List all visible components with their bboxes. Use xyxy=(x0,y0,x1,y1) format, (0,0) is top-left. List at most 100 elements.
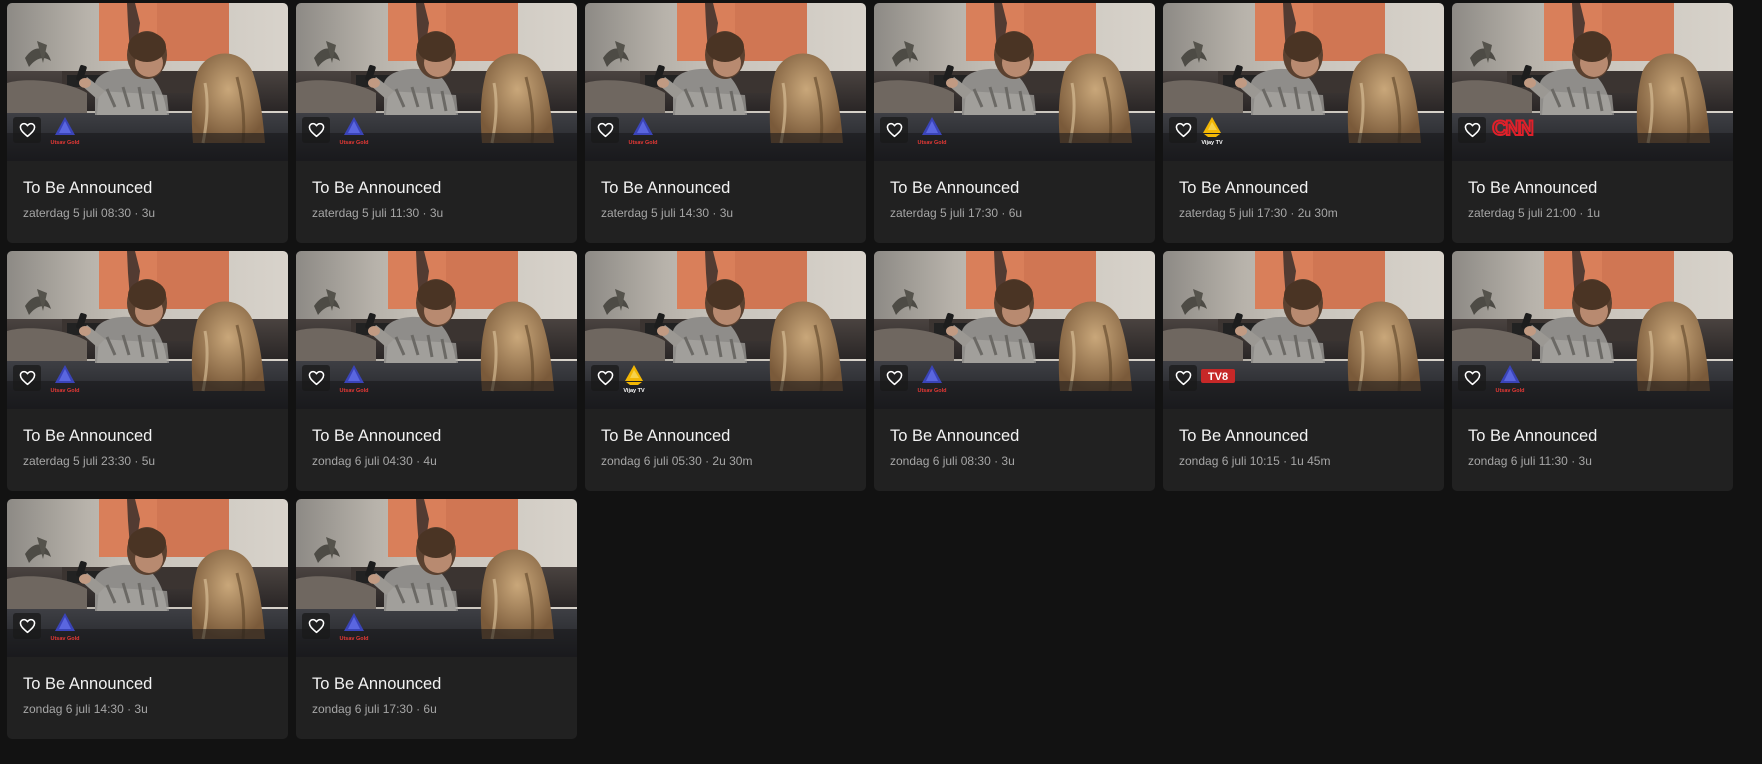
program-card-12[interactable]: Utsav Gold To Be Announced zondag 6 juli… xyxy=(1452,251,1733,491)
program-title: To Be Announced xyxy=(23,675,153,693)
vijay-tv-logo: Vijay TV xyxy=(1201,117,1223,146)
program-title: To Be Announced xyxy=(312,675,442,693)
program-thumbnail: Utsav Gold xyxy=(7,3,288,161)
utsav-gold-logo: Utsav Gold xyxy=(910,115,970,149)
program-title: To Be Announced xyxy=(312,179,442,197)
program-card-11[interactable]: TV8 To Be Announced zondag 6 juli 10:15 … xyxy=(1163,251,1444,491)
program-info: To Be Announced zondag 6 juli 11:30 · 3u xyxy=(1452,409,1733,469)
favorite-button[interactable] xyxy=(302,613,330,639)
heart-outline-icon xyxy=(886,122,902,138)
program-thumbnail: Utsav Gold xyxy=(7,499,288,657)
program-thumbnail: Utsav Gold xyxy=(1452,251,1733,409)
program-info: To Be Announced zondag 6 juli 17:30 · 6u xyxy=(296,657,577,717)
program-card-8[interactable]: Utsav Gold To Be Announced zondag 6 juli… xyxy=(296,251,577,491)
favorite-button[interactable] xyxy=(302,117,330,143)
favorite-button[interactable] xyxy=(13,365,41,391)
program-schedule: zondag 6 juli 08:30 · 3u xyxy=(890,454,1015,468)
program-schedule: zondag 6 juli 17:30 · 6u xyxy=(312,702,437,716)
tv8-logo: TV8 xyxy=(1201,369,1235,383)
program-info: To Be Announced zondag 6 juli 14:30 · 3u xyxy=(7,657,288,717)
favorite-button[interactable] xyxy=(880,117,908,143)
program-schedule: zondag 6 juli 04:30 · 4u xyxy=(312,454,437,468)
program-card-5[interactable]: Vijay TV To Be Announced zaterdag 5 juli… xyxy=(1163,3,1444,243)
program-card-3[interactable]: Utsav Gold To Be Announced zaterdag 5 ju… xyxy=(585,3,866,243)
heart-outline-icon xyxy=(886,370,902,386)
program-card-6[interactable]: CNN To Be Announced zaterdag 5 juli 21:0… xyxy=(1452,3,1733,243)
program-title: To Be Announced xyxy=(312,427,442,445)
heart-outline-icon xyxy=(19,618,35,634)
favorite-button[interactable] xyxy=(1458,365,1486,391)
program-card-4[interactable]: Utsav Gold To Be Announced zaterdag 5 ju… xyxy=(874,3,1155,243)
program-title: To Be Announced xyxy=(1468,427,1598,445)
favorite-button[interactable] xyxy=(13,613,41,639)
favorite-button[interactable] xyxy=(591,365,619,391)
program-thumbnail: Vijay TV xyxy=(585,251,866,409)
channel-caption: Utsav Gold xyxy=(339,140,368,146)
heart-outline-icon xyxy=(1175,370,1191,386)
utsav-gold-logo: Utsav Gold xyxy=(339,365,369,394)
program-thumbnail: CNN xyxy=(1452,3,1733,161)
tv8-logo: TV8 xyxy=(1199,363,1259,397)
program-schedule: zaterdag 5 juli 11:30 · 3u xyxy=(312,206,444,220)
channel-caption: Vijay TV xyxy=(1201,140,1223,146)
channel-caption: Utsav Gold xyxy=(339,636,368,642)
program-title: To Be Announced xyxy=(1179,427,1309,445)
program-thumbnail: Utsav Gold xyxy=(296,251,577,409)
favorite-button[interactable] xyxy=(1169,365,1197,391)
heart-outline-icon xyxy=(1464,370,1480,386)
utsav-gold-logo: Utsav Gold xyxy=(50,117,80,146)
utsav-gold-logo: Utsav Gold xyxy=(332,363,392,397)
utsav-gold-logo: Utsav Gold xyxy=(332,611,392,645)
program-schedule: zaterdag 5 juli 17:30 · 6u xyxy=(890,206,1023,220)
program-thumbnail: Utsav Gold xyxy=(874,251,1155,409)
program-schedule: zondag 6 juli 05:30 · 2u 30m xyxy=(601,454,753,468)
program-title: To Be Announced xyxy=(1179,179,1309,197)
program-card-2[interactable]: Utsav Gold To Be Announced zaterdag 5 ju… xyxy=(296,3,577,243)
program-info: To Be Announced zaterdag 5 juli 17:30 · … xyxy=(874,161,1155,221)
favorite-button[interactable] xyxy=(302,365,330,391)
program-info: To Be Announced zaterdag 5 juli 08:30 · … xyxy=(7,161,288,221)
favorite-button[interactable] xyxy=(1169,117,1197,143)
program-info: To Be Announced zaterdag 5 juli 21:00 · … xyxy=(1452,161,1733,221)
favorite-button[interactable] xyxy=(591,117,619,143)
channel-caption: TV8 xyxy=(1208,371,1228,383)
favorite-button[interactable] xyxy=(13,117,41,143)
program-info: To Be Announced zaterdag 5 juli 11:30 · … xyxy=(296,161,577,221)
channel-caption: Utsav Gold xyxy=(917,388,946,394)
program-info: To Be Announced zondag 6 juli 05:30 · 2u… xyxy=(585,409,866,469)
utsav-gold-logo: Utsav Gold xyxy=(917,117,947,146)
utsav-gold-logo: Utsav Gold xyxy=(339,613,369,642)
heart-outline-icon xyxy=(1464,122,1480,138)
channel-caption: Utsav Gold xyxy=(339,388,368,394)
utsav-gold-logo: Utsav Gold xyxy=(43,611,103,645)
favorite-button[interactable] xyxy=(1458,117,1486,143)
program-card-7[interactable]: Utsav Gold To Be Announced zaterdag 5 ju… xyxy=(7,251,288,491)
program-card-14[interactable]: Utsav Gold To Be Announced zondag 6 juli… xyxy=(296,499,577,739)
utsav-gold-logo: Utsav Gold xyxy=(50,365,80,394)
program-thumbnail: Utsav Gold xyxy=(296,499,577,657)
program-schedule: zondag 6 juli 10:15 · 1u 45m xyxy=(1179,454,1331,468)
vijay-tv-logo: Vijay TV xyxy=(621,363,681,397)
utsav-gold-logo: Utsav Gold xyxy=(621,115,681,149)
channel-caption: Utsav Gold xyxy=(50,636,79,642)
program-schedule: zaterdag 5 juli 08:30 · 3u xyxy=(23,206,156,220)
program-card-9[interactable]: Vijay TV To Be Announced zondag 6 juli 0… xyxy=(585,251,866,491)
utsav-gold-logo: Utsav Gold xyxy=(332,115,392,149)
program-card-10[interactable]: Utsav Gold To Be Announced zondag 6 juli… xyxy=(874,251,1155,491)
channel-caption: CNN xyxy=(1492,117,1532,140)
program-card-1[interactable]: Utsav Gold To Be Announced zaterdag 5 ju… xyxy=(7,3,288,243)
program-info: To Be Announced zondag 6 juli 10:15 · 1u… xyxy=(1163,409,1444,469)
utsav-gold-logo: Utsav Gold xyxy=(917,365,947,394)
vijay-tv-logo: Vijay TV xyxy=(1199,115,1259,149)
program-thumbnail: Utsav Gold xyxy=(7,251,288,409)
program-info: To Be Announced zaterdag 5 juli 14:30 · … xyxy=(585,161,866,221)
favorite-button[interactable] xyxy=(880,365,908,391)
heart-outline-icon xyxy=(308,122,324,138)
channel-caption: Vijay TV xyxy=(623,388,645,394)
utsav-gold-logo: Utsav Gold xyxy=(50,613,80,642)
program-thumbnail: Utsav Gold xyxy=(296,3,577,161)
program-thumbnail: Utsav Gold xyxy=(874,3,1155,161)
program-thumbnail: TV8 xyxy=(1163,251,1444,409)
program-info: To Be Announced zondag 6 juli 04:30 · 4u xyxy=(296,409,577,469)
program-card-13[interactable]: Utsav Gold To Be Announced zondag 6 juli… xyxy=(7,499,288,739)
